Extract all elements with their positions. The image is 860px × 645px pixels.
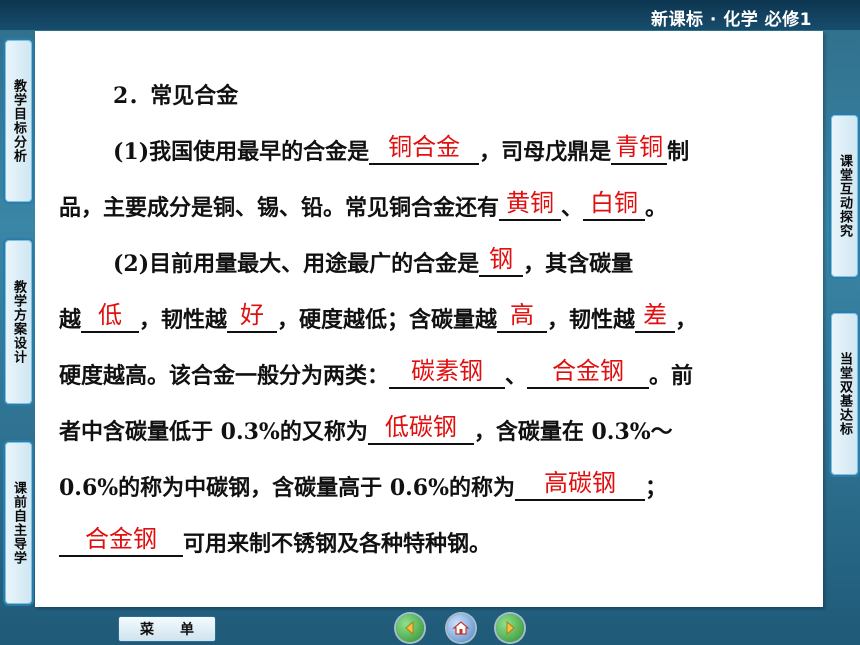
tab-teaching-objectives[interactable]: 教学目标分析 — [3, 38, 34, 204]
answer-blank: 铜合金 — [369, 133, 480, 165]
answer-blank: 青铜 — [611, 133, 668, 165]
forward-icon[interactable] — [496, 614, 524, 642]
answer-blank: 好 — [227, 301, 278, 333]
answer-blank: 合金钢 — [527, 357, 650, 389]
text-line: 品，主要成分是铜、锡、铅。常见铜合金还有 黄铜、白铜。 — [59, 189, 668, 221]
answer-blank: 碳素钢 — [389, 357, 506, 389]
text-line: 硬度越高。该合金一般分为两类： 碳素钢、合金钢 。前 — [59, 357, 694, 389]
answer-blank: 黄铜 — [499, 189, 562, 221]
section-heading: 2．常见合金 — [113, 83, 239, 109]
answer-blank: 差 — [635, 301, 676, 333]
answer-blank: 低碳钢 — [367, 413, 474, 445]
tab-label: 课前自主导学 — [11, 481, 26, 565]
tab-label: 课堂互动探究 — [837, 154, 852, 238]
tab-pre-class-study[interactable]: 课前自主导学 — [3, 440, 34, 606]
tab-label: 教学方案设计 — [11, 280, 26, 364]
header-bar: 新课标 · 化学 必修1 — [0, 0, 860, 30]
text-line: 者中含碳量低于 0.3%的又称为 低碳钢 ，含碳量在 0.3%～ — [59, 413, 673, 445]
text-line: (1)我国使用最早的合金是 铜合金 ，司母戊鼎是 青铜制 — [113, 133, 690, 165]
answer-blank: 高碳钢 — [515, 469, 646, 501]
back-icon[interactable] — [396, 614, 424, 642]
tab-teaching-plan[interactable]: 教学方案设计 — [3, 238, 34, 406]
text-line: (2)目前用量最大、用途最广的合金是钢，其含碳量 — [113, 245, 634, 277]
text-line: 合金钢 可用来制不锈钢及各种特种钢。 — [59, 516, 799, 572]
header-title: 新课标 · 化学 必修1 — [650, 10, 812, 30]
answer-blank: 白铜 — [583, 189, 646, 221]
answer-blank: 合金钢 — [59, 525, 183, 557]
tab-label: 当堂双基达标 — [837, 352, 852, 436]
slide-content: 2．常见合金 (1)我国使用最早的合金是 铜合金 ，司母戊鼎是 青铜制 品，主要成分是… — [59, 68, 799, 572]
answer-blank: 钢 — [479, 245, 524, 277]
text-line: 0.6%的称为中碳钢，含碳量高于 0.6%的称为 高碳钢； — [59, 469, 668, 501]
answer-blank: 高 — [497, 301, 548, 333]
answer-blank: 低 — [81, 301, 140, 333]
tab-basic-skills[interactable]: 当堂双基达标 — [829, 311, 860, 477]
tab-label: 教学目标分析 — [11, 79, 26, 163]
tab-classroom-interaction[interactable]: 课堂互动探究 — [829, 113, 860, 279]
text-line: 越低，韧性越好，硬度越低；含碳量越高，韧性越差， — [59, 301, 698, 333]
home-icon[interactable] — [447, 614, 475, 642]
menu-button[interactable]: 菜单 — [118, 616, 216, 642]
